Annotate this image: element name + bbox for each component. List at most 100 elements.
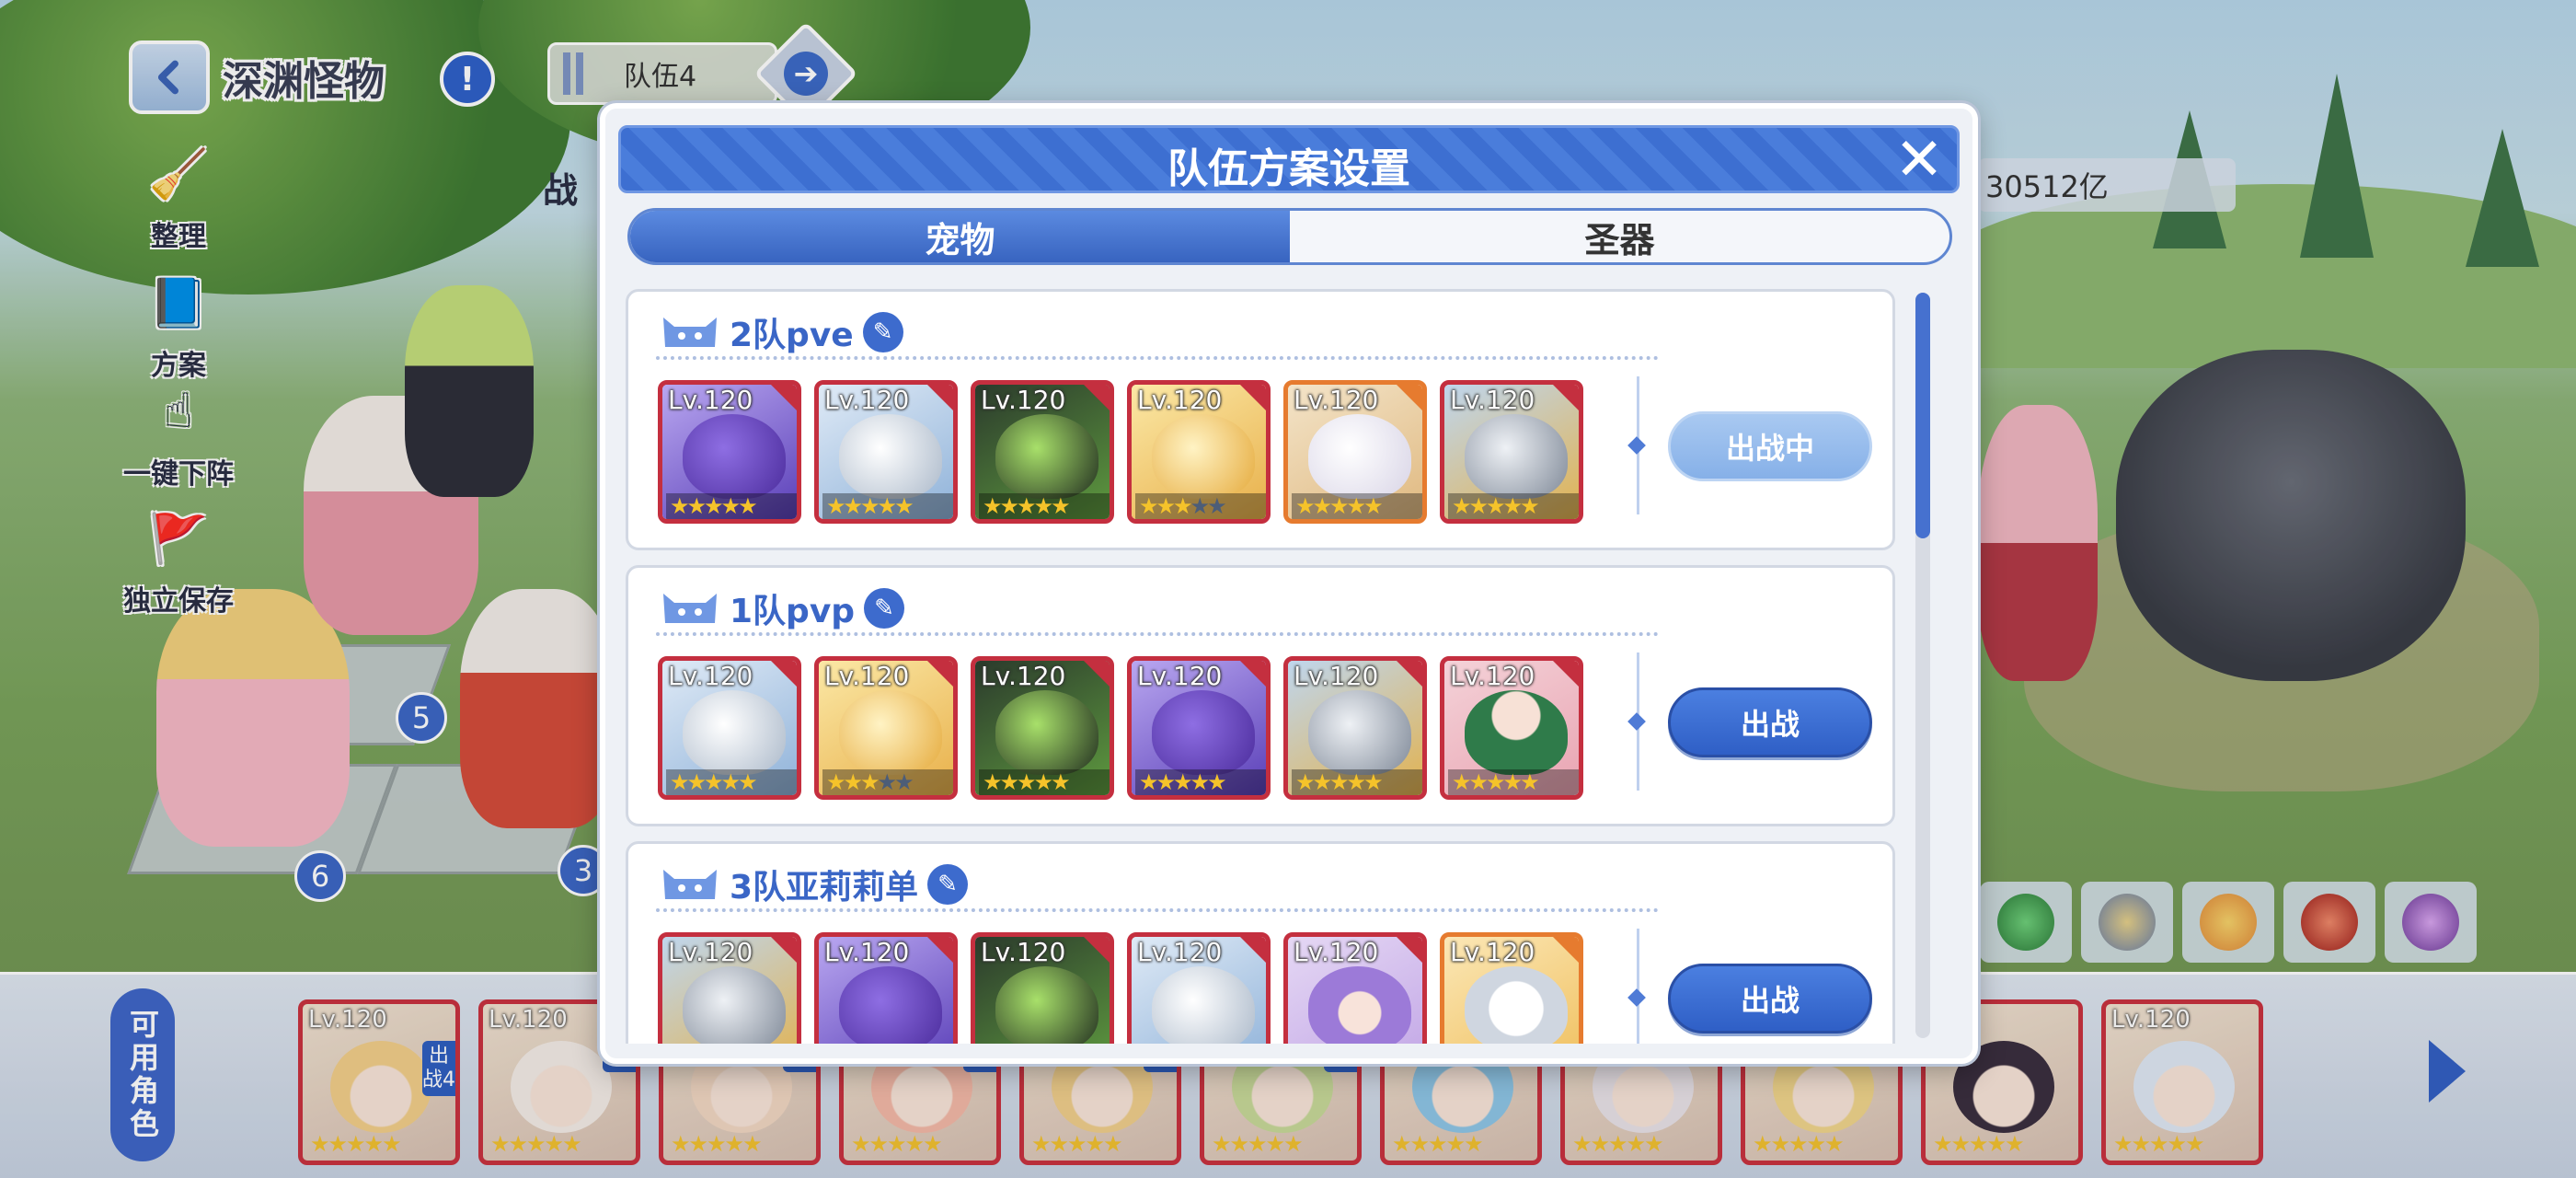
pet-card-white-dragon[interactable]: Lv.120 ★★★★★ — [1127, 932, 1271, 1044]
star-rating: ★★★★★ — [1448, 493, 1579, 519]
white-bunny-icon — [1308, 414, 1411, 499]
rarity-corner — [1084, 385, 1110, 410]
pet-level: Lv.120 — [1450, 661, 1535, 691]
pet-level: Lv.120 — [668, 385, 753, 415]
pet-level: Lv.120 — [824, 937, 910, 967]
rarity-corner — [1397, 385, 1422, 410]
pet-card-white-robot[interactable]: Lv.120 ★★★★★ — [1440, 932, 1583, 1044]
deploy-button[interactable]: 出战 — [1668, 964, 1872, 1034]
team-plan-list[interactable]: 2队pve ✎ Lv.120 ★★★★★ Lv.120 ★★★★★ Lv.120… — [626, 289, 1895, 1044]
rarity-corner — [1397, 661, 1422, 687]
pet-card-grey-wolf[interactable]: Lv.120 ★★★★★ — [658, 932, 801, 1044]
rarity-corner — [1553, 661, 1579, 687]
team-plan-dialog: 队伍方案设置 ✕ 宠物 圣器 2队pve ✎ Lv.120 ★★★★★ Lv.1… — [600, 103, 1978, 1064]
list-scrollbar[interactable] — [1915, 293, 1930, 1038]
pet-card-purple-dragon[interactable]: Lv.120 ★★★★★ — [1127, 656, 1271, 800]
team-name: 2队pve — [730, 317, 854, 354]
star-rating: ★★★★★ — [666, 769, 797, 795]
rarity-corner — [1240, 661, 1266, 687]
star-rating: ★★★★★ — [666, 493, 797, 519]
grey-wolf-icon — [1465, 414, 1568, 499]
rarity-corner — [927, 661, 953, 687]
pet-level: Lv.120 — [1137, 385, 1223, 415]
pet-level: Lv.120 — [981, 385, 1066, 415]
pet-level: Lv.120 — [824, 661, 910, 691]
pet-card-green-black-dragon[interactable]: Lv.120 ★★★★★ — [971, 380, 1114, 524]
divider — [656, 356, 1659, 360]
white-dragon-icon — [839, 414, 942, 499]
pet-card-white-dragon[interactable]: Lv.120 ★★★★★ — [658, 656, 801, 800]
pet-card-white-dragon[interactable]: Lv.120 ★★★★★ — [814, 380, 958, 524]
pet-card-golden-beast[interactable]: Lv.120 ★★★★★ — [1127, 380, 1271, 524]
pet-card-green-black-dragon[interactable]: Lv.120 ★★★★★ — [971, 932, 1114, 1044]
pet-card-purple-dragon[interactable]: Lv.120 ★★★★★ — [658, 380, 801, 524]
pet-level: Lv.120 — [668, 661, 753, 691]
team-plan-panel: 2队pve ✎ Lv.120 ★★★★★ Lv.120 ★★★★★ Lv.120… — [626, 289, 1895, 550]
pet-card-purple-dragon[interactable]: Lv.120 ★★★★★ — [814, 932, 958, 1044]
edit-pencil-icon[interactable]: ✎ — [927, 864, 969, 905]
golden-beast-icon — [1152, 414, 1255, 499]
cat-emblem-icon — [663, 318, 717, 347]
team-plan-panel: 3队亚莉莉单 ✎ Lv.120 ★★★★★ Lv.120 ★★★★★ — [626, 841, 1895, 1044]
pet-level: Lv.120 — [1294, 661, 1379, 691]
pet-card-golden-beast[interactable]: Lv.120 ★★★★★ — [814, 656, 958, 800]
purple-dragon-icon — [683, 414, 786, 499]
rarity-corner — [1240, 937, 1266, 963]
purple-dragon-icon — [1152, 690, 1255, 775]
star-rating: ★★★★★ — [1135, 769, 1266, 795]
star-rating: ★★★★★ — [822, 769, 953, 795]
scrollbar-thumb[interactable] — [1915, 293, 1930, 538]
pet-level: Lv.120 — [1450, 385, 1535, 415]
rarity-corner — [927, 937, 953, 963]
pet-card-green-black-dragon[interactable]: Lv.120 ★★★★★ — [971, 656, 1114, 800]
pet-card-green-hair-girl[interactable]: Lv.120 ★★★★★ — [1440, 656, 1583, 800]
rarity-corner — [771, 661, 797, 687]
green-black-dragon-icon — [995, 414, 1098, 499]
rarity-corner — [1553, 385, 1579, 410]
dialog-tabs: 宠物 圣器 — [627, 208, 1952, 265]
team-name: 3队亚莉莉单 — [730, 869, 919, 907]
star-rating: ★★★★★ — [822, 493, 953, 519]
edit-pencil-icon[interactable]: ✎ — [862, 312, 903, 352]
team-header: 2队pve ✎ — [660, 308, 903, 356]
white-dragon-icon — [683, 690, 786, 775]
deployed-button[interactable]: 出战中 — [1668, 411, 1872, 481]
rarity-corner — [771, 385, 797, 410]
team-name: 1队pvp — [730, 593, 856, 630]
divider — [656, 908, 1659, 912]
pet-level: Lv.120 — [1450, 937, 1535, 967]
team-header: 3队亚莉莉单 ✎ — [660, 860, 969, 908]
pet-level: Lv.120 — [1294, 937, 1379, 967]
dialog-title: 队伍方案设置 — [1167, 145, 1410, 192]
dialog-header: 队伍方案设置 ✕ — [618, 125, 1960, 193]
pet-card-grey-wolf[interactable]: Lv.120 ★★★★★ — [1283, 656, 1427, 800]
pet-card-purple-hair-girl[interactable]: Lv.120 ★★★★★ — [1283, 932, 1427, 1044]
pet-level: Lv.120 — [668, 937, 753, 967]
grey-wolf-icon — [1308, 690, 1411, 775]
cat-emblem-icon — [663, 870, 717, 899]
edit-pencil-icon[interactable]: ✎ — [864, 588, 905, 629]
close-icon[interactable]: ✕ — [1891, 131, 1948, 190]
pet-level: Lv.120 — [1294, 385, 1379, 415]
pet-level: Lv.120 — [981, 661, 1066, 691]
deploy-button[interactable]: 出战 — [1668, 687, 1872, 757]
star-rating: ★★★★★ — [1292, 493, 1422, 519]
team-plan-panel: 1队pvp ✎ Lv.120 ★★★★★ Lv.120 ★★★★★ Lv.120… — [626, 565, 1895, 826]
tab-artifacts[interactable]: 圣器 — [1290, 211, 1949, 262]
star-rating: ★★★★★ — [979, 493, 1110, 519]
rarity-corner — [1084, 661, 1110, 687]
pet-level: Lv.120 — [1137, 937, 1223, 967]
cat-emblem-icon — [663, 594, 717, 623]
rarity-corner — [1397, 937, 1422, 963]
green-hair-girl-icon — [1465, 690, 1568, 775]
pet-level: Lv.120 — [1137, 661, 1223, 691]
rarity-corner — [1240, 385, 1266, 410]
star-rating: ★★★★★ — [1292, 769, 1422, 795]
rarity-corner — [771, 937, 797, 963]
pet-card-grey-wolf[interactable]: Lv.120 ★★★★★ — [1440, 380, 1583, 524]
pet-level: Lv.120 — [981, 937, 1066, 967]
pet-card-white-bunny[interactable]: Lv.120 ★★★★★ — [1283, 380, 1427, 524]
green-black-dragon-icon — [995, 690, 1098, 775]
star-rating: ★★★★★ — [979, 769, 1110, 795]
tab-pets[interactable]: 宠物 — [630, 211, 1290, 262]
